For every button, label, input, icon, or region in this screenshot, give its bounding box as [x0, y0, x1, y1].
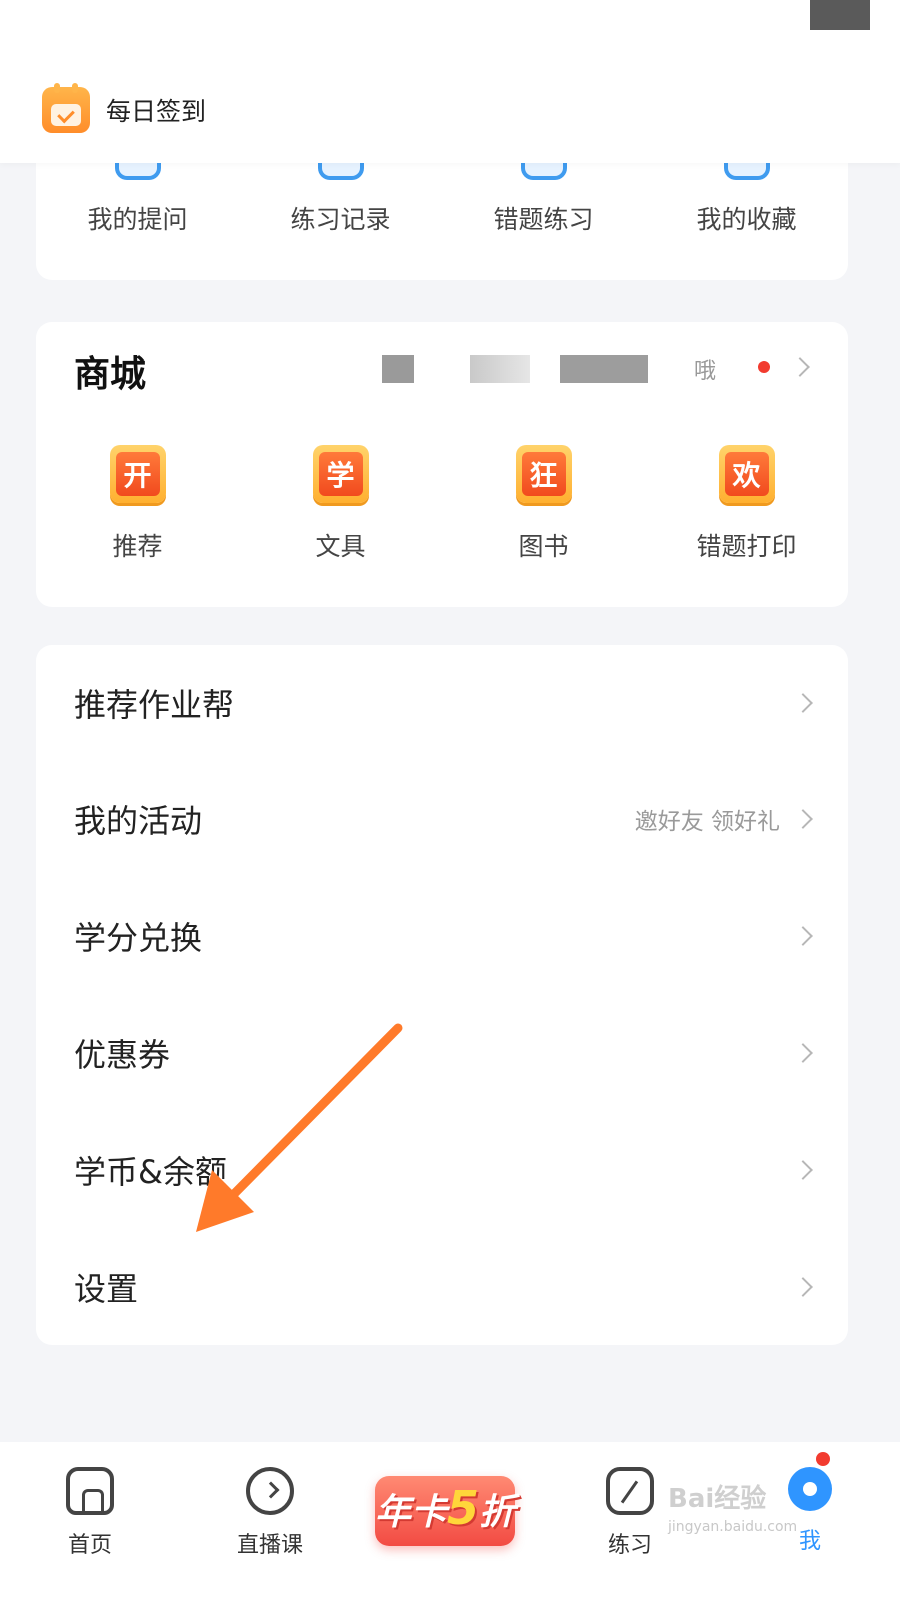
mall-more-link[interactable]: 哦: [694, 353, 716, 385]
mall-badge-char: 开: [115, 452, 160, 496]
play-circle-icon: [246, 1467, 294, 1515]
mall-item-label: 文具: [315, 532, 366, 561]
daily-checkin-button[interactable]: 每日签到: [42, 83, 207, 135]
menu-item-credit-exchange[interactable]: 学分兑换: [36, 877, 848, 994]
menu-item-coins-balance[interactable]: 学币&余额: [36, 1111, 848, 1228]
chevron-right-icon: [793, 1276, 813, 1297]
mall-item-mistake-print[interactable]: 欢 错题打印: [645, 445, 848, 575]
mall-items: 开 推荐 学 文具 狂 图书 欢 错题打印: [36, 445, 848, 575]
chevron-right-icon: [793, 692, 813, 713]
redacted-block: [470, 355, 530, 383]
watermark-brand: Bai经验: [668, 1484, 767, 1514]
top-header: 每日签到: [0, 0, 900, 163]
mall-item-label: 推荐: [112, 532, 163, 561]
menu-item-coupons[interactable]: 优惠券: [36, 994, 848, 1111]
daily-checkin-label: 每日签到: [106, 97, 207, 126]
promo-text: 年卡5折: [375, 1481, 515, 1535]
baidu-watermark: Bai经验 jingyan.baidu.com: [668, 1478, 797, 1535]
notification-dot: [816, 1452, 830, 1466]
mall-badge-icon: 狂: [515, 445, 572, 503]
menu-item-label: 推荐作业帮: [74, 685, 235, 724]
redacted-block: [382, 355, 414, 383]
chevron-right-icon: [793, 925, 813, 946]
chevron-right-icon: [793, 1159, 813, 1180]
mall-item-label: 错题打印: [696, 532, 797, 561]
redacted-block: [560, 355, 648, 383]
promo-prefix: 年卡: [374, 1492, 447, 1533]
chevron-right-icon: [793, 808, 813, 829]
nav-home[interactable]: 首页: [30, 1467, 150, 1559]
mall-badge-char: 欢: [724, 452, 769, 496]
home-icon: [66, 1467, 114, 1515]
chevron-right-icon: [793, 1042, 813, 1063]
shortcut-label: 我的提问: [87, 205, 188, 234]
promo-suffix: 折: [479, 1492, 516, 1533]
mall-badge-icon: 欢: [718, 445, 775, 503]
menu-item-subtext: 邀好友 领好礼: [634, 808, 780, 835]
mall-title: 商城: [74, 354, 147, 395]
menu-item-label: 设置: [74, 1269, 139, 1308]
nav-label: 首页: [67, 1533, 112, 1558]
nav-live[interactable]: 直播课: [210, 1467, 330, 1559]
nav-label: 练习: [607, 1533, 652, 1558]
promo-number: 5: [446, 1481, 479, 1535]
mall-item-books[interactable]: 狂 图书: [442, 445, 645, 575]
shortcut-label: 我的收藏: [696, 205, 797, 234]
profile-page: 每日签到 我的提问 练习记录 错题练习 我的收藏 商城 哦 开 推荐 学 文具 …: [0, 0, 900, 1600]
nav-label: 直播课: [236, 1533, 303, 1558]
nav-label: 我: [798, 1529, 821, 1554]
mall-badge-icon: 学: [312, 445, 369, 503]
notification-dot: [758, 361, 770, 373]
shortcut-label: 练习记录: [290, 205, 391, 234]
watermark-url: jingyan.baidu.com: [668, 1519, 798, 1535]
shortcut-label: 错题练习: [493, 205, 594, 234]
mall-badge-char: 学: [318, 452, 363, 496]
menu-item-settings[interactable]: 设置: [36, 1228, 848, 1345]
calendar-check-icon: [42, 83, 90, 133]
pen-icon: [606, 1467, 654, 1515]
mall-item-stationery[interactable]: 学 文具: [239, 445, 442, 575]
menu-list: 推荐作业帮 我的活动 邀好友 领好礼 学分兑换 优惠券 学币&余额 设置: [36, 645, 848, 1345]
menu-item-label: 优惠券: [74, 1035, 171, 1074]
mall-badge-icon: 开: [109, 445, 166, 503]
menu-item-recommend-app[interactable]: 推荐作业帮: [36, 645, 848, 760]
menu-item-label: 学分兑换: [74, 918, 203, 957]
mall-item-recommend[interactable]: 开 推荐: [36, 445, 239, 575]
promo-annual-card-button[interactable]: 年卡5折: [365, 1458, 525, 1558]
mall-badge-char: 狂: [521, 452, 566, 496]
menu-item-label: 我的活动: [74, 801, 203, 840]
menu-item-my-activities[interactable]: 我的活动 邀好友 领好礼: [36, 760, 848, 877]
mall-item-label: 图书: [518, 532, 569, 561]
redacted-block: [810, 0, 870, 30]
menu-item-label: 学币&余额: [74, 1152, 227, 1191]
